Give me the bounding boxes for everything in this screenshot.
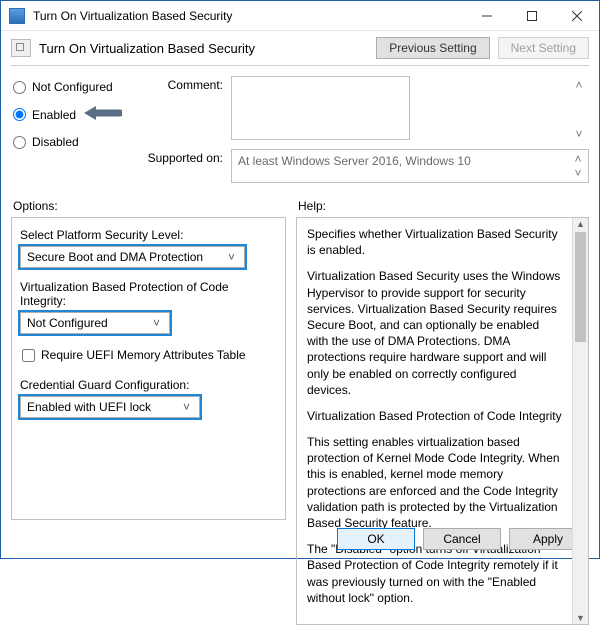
- comment-row: Comment: ˄ ˅: [141, 76, 589, 143]
- chevron-down-icon[interactable]: ˅: [572, 166, 584, 180]
- options-column: Options: Select Platform Security Level:…: [11, 193, 286, 520]
- comment-label: Comment:: [141, 76, 231, 92]
- vbci-label: Virtualization Based Protection of Code …: [20, 280, 277, 308]
- radio-enabled[interactable]: Enabled: [11, 104, 131, 125]
- platform-security-value: Secure Boot and DMA Protection: [27, 250, 203, 264]
- credential-guard-value: Enabled with UEFI lock: [27, 400, 151, 414]
- help-panel: Specifies whether Virtualization Based S…: [296, 217, 589, 625]
- gpo-editor-window: Turn On Virtualization Based Security Tu…: [0, 0, 600, 559]
- ok-button[interactable]: OK: [337, 528, 415, 550]
- help-p2: Virtualization Based Security uses the W…: [307, 268, 562, 398]
- upper-section: Not Configured Enabled Disabled Comment:…: [1, 66, 599, 193]
- supported-on-row: Supported on: At least Windows Server 20…: [141, 149, 589, 183]
- uefi-checkbox[interactable]: [22, 349, 35, 362]
- scroll-thumb[interactable]: [575, 232, 586, 342]
- radio-enabled-label: Enabled: [32, 108, 76, 122]
- minimize-button[interactable]: [464, 1, 509, 30]
- options-panel: Select Platform Security Level: Secure B…: [11, 217, 286, 520]
- arrow-annotation-icon: [82, 104, 122, 125]
- help-p4: This setting enables virtualization base…: [307, 434, 562, 531]
- platform-security-dropdown[interactable]: Secure Boot and DMA Protection ˅: [20, 246, 245, 268]
- credential-guard-dropdown[interactable]: Enabled with UEFI lock ˅: [20, 396, 200, 418]
- close-button[interactable]: [554, 1, 599, 30]
- help-text: Specifies whether Virtualization Based S…: [297, 218, 572, 624]
- scroll-up-icon[interactable]: ▲: [573, 219, 588, 229]
- maximize-button[interactable]: [509, 1, 554, 30]
- radio-enabled-input[interactable]: [13, 108, 26, 121]
- uefi-checkbox-row[interactable]: Require UEFI Memory Attributes Table: [20, 348, 277, 362]
- radio-not-configured-input[interactable]: [13, 81, 26, 94]
- policy-icon: [11, 39, 31, 57]
- chevron-up-icon[interactable]: ˄: [572, 152, 584, 166]
- comment-textarea[interactable]: [231, 76, 410, 140]
- credential-guard-label: Credential Guard Configuration:: [20, 378, 277, 392]
- platform-security-label: Select Platform Security Level:: [20, 228, 277, 242]
- state-radio-group: Not Configured Enabled Disabled: [11, 76, 131, 189]
- chevron-up-icon[interactable]: ˄: [573, 78, 585, 92]
- chevron-down-icon: ˅: [147, 313, 165, 333]
- options-heading: Options:: [11, 193, 286, 217]
- radio-not-configured[interactable]: Not Configured: [11, 80, 131, 94]
- radio-disabled-input[interactable]: [13, 136, 26, 149]
- radio-disabled[interactable]: Disabled: [11, 135, 131, 149]
- radio-disabled-label: Disabled: [32, 135, 79, 149]
- policy-title: Turn On Virtualization Based Security: [39, 41, 368, 56]
- previous-setting-button[interactable]: Previous Setting: [376, 37, 489, 59]
- vbci-value: Not Configured: [27, 316, 108, 330]
- help-heading: Help:: [296, 193, 589, 217]
- next-setting-button: Next Setting: [498, 37, 589, 59]
- chevron-down-icon: ˅: [222, 247, 240, 267]
- dialog-footer: OK Cancel Apply: [1, 520, 599, 558]
- help-column: Help: Specifies whether Virtualization B…: [296, 193, 589, 520]
- supported-on-value-box: At least Windows Server 2016, Windows 10…: [231, 149, 589, 183]
- chevron-down-icon[interactable]: ˅: [573, 127, 585, 141]
- toolbar: Turn On Virtualization Based Security Pr…: [1, 31, 599, 63]
- help-p3: Virtualization Based Protection of Code …: [307, 408, 562, 424]
- cancel-button[interactable]: Cancel: [423, 528, 501, 550]
- titlebar: Turn On Virtualization Based Security: [1, 1, 599, 31]
- supported-on-label: Supported on:: [141, 149, 231, 165]
- window-controls: [464, 1, 599, 30]
- main-columns: Options: Select Platform Security Level:…: [1, 193, 599, 520]
- app-icon: [9, 8, 25, 24]
- vbci-dropdown[interactable]: Not Configured ˅: [20, 312, 170, 334]
- upper-fields: Comment: ˄ ˅ Supported on: At least Wind…: [141, 76, 589, 189]
- supported-on-value: At least Windows Server 2016, Windows 10: [238, 154, 471, 168]
- uefi-checkbox-label: Require UEFI Memory Attributes Table: [41, 348, 246, 362]
- help-scrollbar[interactable]: ▲ ▼: [572, 218, 588, 624]
- scroll-down-icon[interactable]: ▼: [573, 613, 588, 623]
- help-p1: Specifies whether Virtualization Based S…: [307, 226, 562, 258]
- chevron-down-icon: ˅: [177, 397, 195, 417]
- radio-not-configured-label: Not Configured: [32, 80, 113, 94]
- window-title: Turn On Virtualization Based Security: [33, 9, 464, 23]
